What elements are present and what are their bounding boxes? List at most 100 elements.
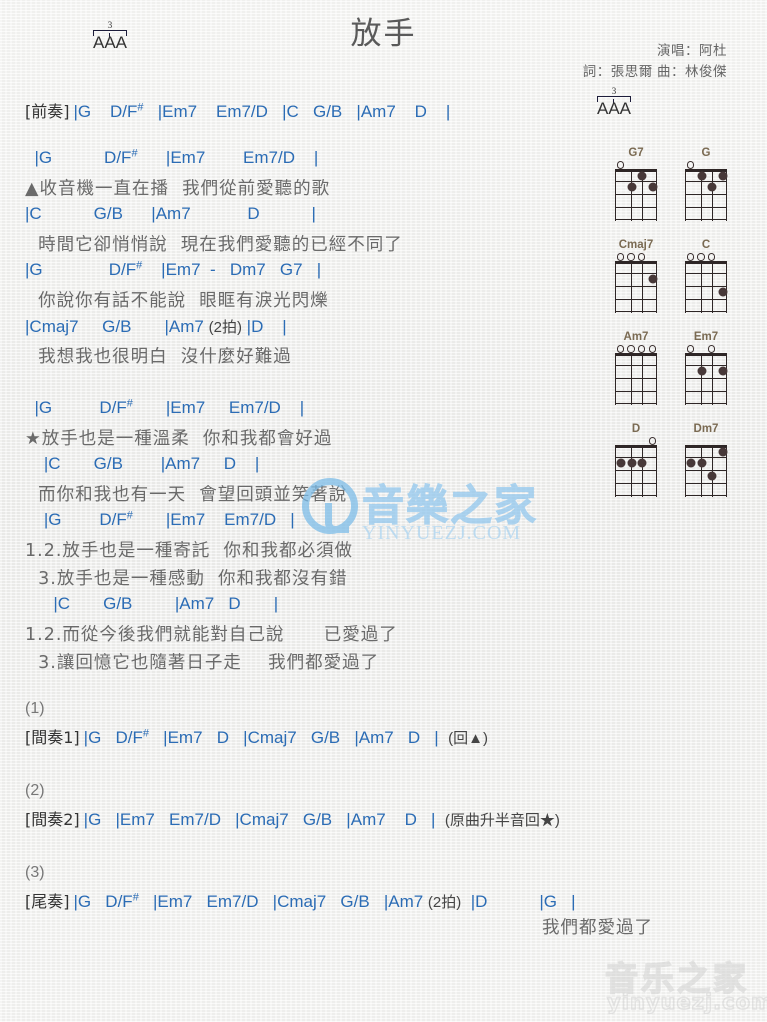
string-line [631, 264, 633, 313]
corner-watermark: 音乐之家 yinyuezj.com [599, 950, 767, 1016]
chorus-chords-3: |G D/F# |Em7 Em7/D | [25, 509, 295, 529]
verse-lyric-3: 你說你有話不能說 眼眶有淚光閃爍 [25, 291, 329, 311]
chord-fretboard [614, 169, 658, 221]
string-line [641, 264, 643, 313]
fret-line [684, 364, 728, 366]
finger-position-dot [718, 447, 728, 457]
chord-diagram-c: C [682, 238, 730, 313]
chord-open-strings [612, 344, 660, 353]
open-string-circle-icon [686, 253, 694, 261]
fret-line [684, 298, 728, 300]
fret-line [684, 206, 728, 208]
finger-position-dot [648, 182, 658, 192]
verse-chords-4: |Cmaj7 G/B |Am7 (2拍) |D | [25, 317, 287, 336]
verse-chords-3: |G D/F# |Em7 - Dm7 G7 | [25, 259, 322, 279]
string-line [701, 356, 703, 405]
outro-row: [尾奏] |G D/F# |Em7 Em7/D |Cmaj7 G/B |Am7 … [25, 888, 576, 912]
chord-diagram-name: Am7 [623, 331, 649, 343]
singer-line: 演唱：阿杜 [657, 43, 727, 58]
chorus-chords-2: |C G/B |Am7 D | [25, 454, 260, 473]
fret-line [684, 377, 728, 379]
verse-lyric-4: 我想我也很明白 沒什麼好難過 [25, 347, 292, 367]
interlude1-marker: (1) [25, 700, 45, 717]
chorus-block: |G D/F# |Em7 Em7/D | ★放手也是一種溫柔 你和我都會好過 |… [25, 398, 398, 678]
chord-fretboard [684, 261, 728, 313]
outro-chords: |G D/F# |Em7 Em7/D |Cmaj7 G/B |Am7 (2拍) … [73, 891, 576, 911]
intro-chords: |G D/F# |Em7 Em7/D |C G/B |Am7 D | [73, 101, 451, 121]
fret-line [684, 193, 728, 195]
fret-line [614, 206, 658, 208]
triplet-number: 3 [611, 86, 617, 96]
chord-diagram-name: Dm7 [693, 423, 719, 435]
open-string-circle-icon [637, 345, 646, 353]
strum-pattern-intro: 3 AAA [588, 86, 640, 122]
string-line [711, 172, 713, 221]
intro-row: [前奏] |G D/F# |Em7 Em7/D |C G/B |Am7 D | [25, 98, 450, 122]
string-line [641, 356, 643, 405]
fret-line [684, 180, 728, 182]
chorus-lyric-2: 而你和我也有一天 會望回頭並笑著說 [25, 485, 348, 505]
chord-diagram-cmaj7: Cmaj7 [612, 238, 660, 313]
fret-line [684, 219, 728, 221]
chord-diagram-name: Em7 [693, 331, 719, 343]
fret-line [614, 311, 658, 313]
fret-line [614, 272, 658, 274]
chord-diagram-grid: G7 G Cmaj7 C Am7 Em7 D Dm7 [612, 146, 762, 514]
performance-note: (回▲) [448, 730, 489, 747]
open-string-circle-icon [616, 253, 624, 261]
writer-line: 詞：張思爾 曲：林俊傑 [582, 64, 727, 79]
verse-lyric-2: 時間它卻悄悄說 現在我們愛聽的已經不同了 [25, 235, 403, 255]
verse-chords-2: |C G/B |Am7 D | [25, 204, 316, 223]
interlude2-row: [間奏2] |G |Em7 Em7/D |Cmaj7 G/B |Am7 D | … [25, 806, 560, 830]
fret-line [684, 311, 728, 313]
interlude1-row: [間奏1] |G D/F# |Em7 D |Cmaj7 G/B |Am7 D |… [25, 724, 488, 748]
chord-diagram-am7: Am7 [612, 330, 660, 405]
chorus-lyric-3a: 1.2.放手也是一種寄託 你和我都必須做 [25, 541, 354, 561]
finger-position-dot [648, 274, 658, 284]
performance-note: (2拍) [208, 319, 242, 336]
chord-diagram-row: D Dm7 [612, 422, 762, 497]
outro-marker: (3) [25, 864, 45, 881]
finger-position-dot [637, 171, 647, 181]
outro-lyric: 我們都愛過了 [542, 918, 653, 938]
finger-position-dot [616, 458, 626, 468]
verse-lyric-1: ▲收音機一直在播 我們從前愛聽的歌 [25, 179, 331, 199]
outro-tag: [尾奏] [25, 892, 70, 911]
fret-line [684, 390, 728, 392]
chorus-lyric-1: ★放手也是一種溫柔 你和我都會好過 [25, 429, 333, 449]
performance-note: (2拍) [427, 894, 462, 911]
chorus-lyric-4a: 1.2.而從今後我們就能對自己說 已愛過了 [25, 625, 398, 645]
fret-line [614, 403, 658, 405]
interlude1-chords: |G D/F# |Em7 D |Cmaj7 G/B |Am7 D | (回▲) [83, 727, 489, 747]
strum-letters: AAA [92, 33, 128, 52]
verse-block: |G D/F# |Em7 Em7/D | ▲收音機一直在播 我們從前愛聽的歌 |… [25, 148, 403, 372]
chord-diagram-dm7: Dm7 [682, 422, 730, 497]
fret-line [614, 298, 658, 300]
chord-diagram-g7: G7 [612, 146, 660, 221]
fret-line [614, 219, 658, 221]
finger-position-dot [697, 458, 707, 468]
open-string-circle-icon [686, 345, 694, 353]
string-line [641, 448, 643, 497]
finger-position-dot [697, 366, 707, 376]
open-string-circle-icon [627, 253, 635, 261]
chord-diagram-name: D [631, 423, 641, 435]
finger-position-dot [697, 171, 707, 181]
open-string-circle-icon [707, 345, 716, 353]
chorus-lyric-4b: 3.讓回憶它也隨著日子走 我們都愛過了 [25, 653, 380, 673]
string-line [631, 448, 633, 497]
fret-line [684, 469, 728, 471]
fret-line [684, 482, 728, 484]
string-line [631, 172, 633, 221]
interlude2-tag: [間奏2] [25, 810, 80, 829]
string-line [711, 264, 713, 313]
strum-letters: AAA [596, 99, 632, 118]
chord-diagram-name: G7 [628, 147, 644, 159]
fret-line [614, 469, 658, 471]
finger-position-dot [627, 182, 637, 192]
fret-line [684, 272, 728, 274]
chord-fretboard [614, 445, 658, 497]
chord-open-strings [612, 160, 660, 169]
chorus-chords-1: |G D/F# |Em7 Em7/D | [25, 397, 305, 417]
finger-position-dot [627, 458, 637, 468]
